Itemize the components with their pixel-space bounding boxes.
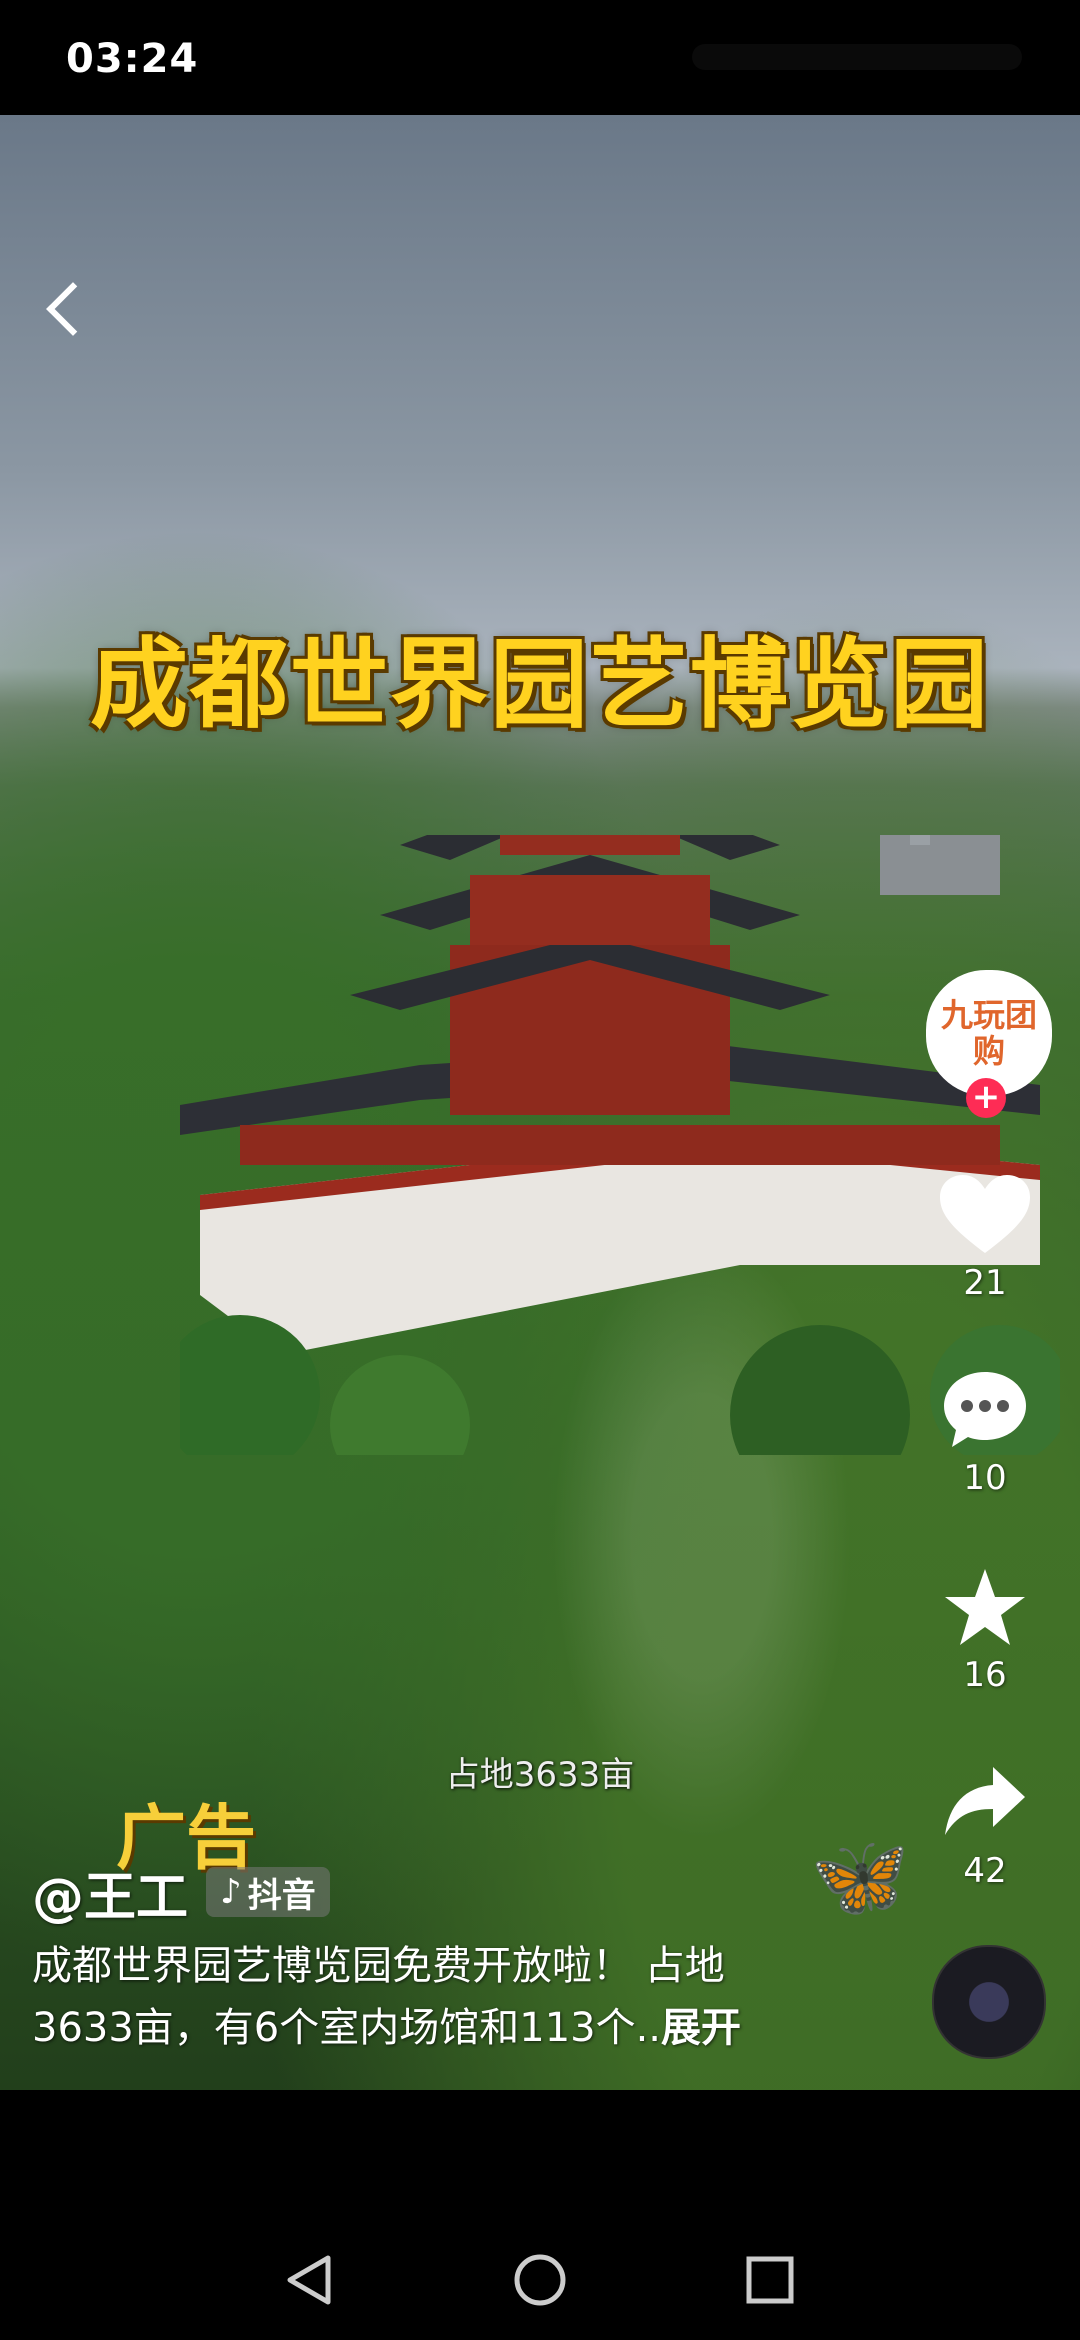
favorite-button[interactable]: 16 bbox=[910, 1567, 1060, 1695]
douyin-badge: ♪ 抖音 bbox=[206, 1867, 330, 1917]
heart-icon bbox=[940, 1175, 1030, 1253]
status-icons bbox=[692, 44, 1022, 70]
status-bar: 03:24 bbox=[0, 0, 1080, 115]
comment-button[interactable]: 10 bbox=[910, 1370, 1060, 1498]
badge-label: 抖音 bbox=[247, 1875, 316, 1916]
author-row: @王工 ♪ 抖音 bbox=[32, 1862, 330, 1928]
status-time: 03:24 bbox=[66, 36, 199, 82]
favorite-count: 16 bbox=[963, 1655, 1007, 1695]
video-description: 成都世界园艺博览园免费开放啦！ 占地3633亩，有6个室内场馆和113个..展开 bbox=[32, 1935, 822, 2059]
nav-recents-icon[interactable] bbox=[740, 2250, 800, 2310]
butterfly-decoration: 🦋 bbox=[810, 1830, 910, 1923]
comment-count: 10 bbox=[963, 1458, 1007, 1498]
share-count: 42 bbox=[963, 1851, 1007, 1891]
nav-home-icon[interactable] bbox=[510, 2250, 570, 2310]
description-text: 成都世界园艺博览园免费开放啦！ 占地3633亩，有6个室内场馆和113个.. bbox=[32, 1943, 725, 2051]
music-note-icon: ♪ bbox=[220, 1872, 242, 1912]
system-nav-bar bbox=[0, 2090, 1080, 2340]
author-name[interactable]: @王工 bbox=[32, 1855, 188, 1930]
nav-back-icon[interactable] bbox=[280, 2250, 340, 2310]
share-button[interactable]: 42 bbox=[910, 1763, 1060, 1891]
music-disc[interactable] bbox=[932, 1945, 1046, 2059]
comment-icon bbox=[944, 1372, 1026, 1447]
share-icon bbox=[945, 1767, 1025, 1835]
star-icon bbox=[945, 1569, 1025, 1645]
expand-button[interactable]: 展开 bbox=[661, 2005, 741, 2051]
follow-button[interactable]: + bbox=[966, 1078, 1006, 1118]
pagoda-illustration bbox=[180, 835, 1060, 1455]
video-headline: 成都世界园艺博览园 bbox=[89, 628, 990, 742]
back-button[interactable] bbox=[44, 280, 84, 340]
like-count: 21 bbox=[963, 1263, 1007, 1303]
avatar-text: 九玩团购 bbox=[940, 996, 1037, 1070]
like-button[interactable]: 21 bbox=[910, 1175, 1060, 1303]
